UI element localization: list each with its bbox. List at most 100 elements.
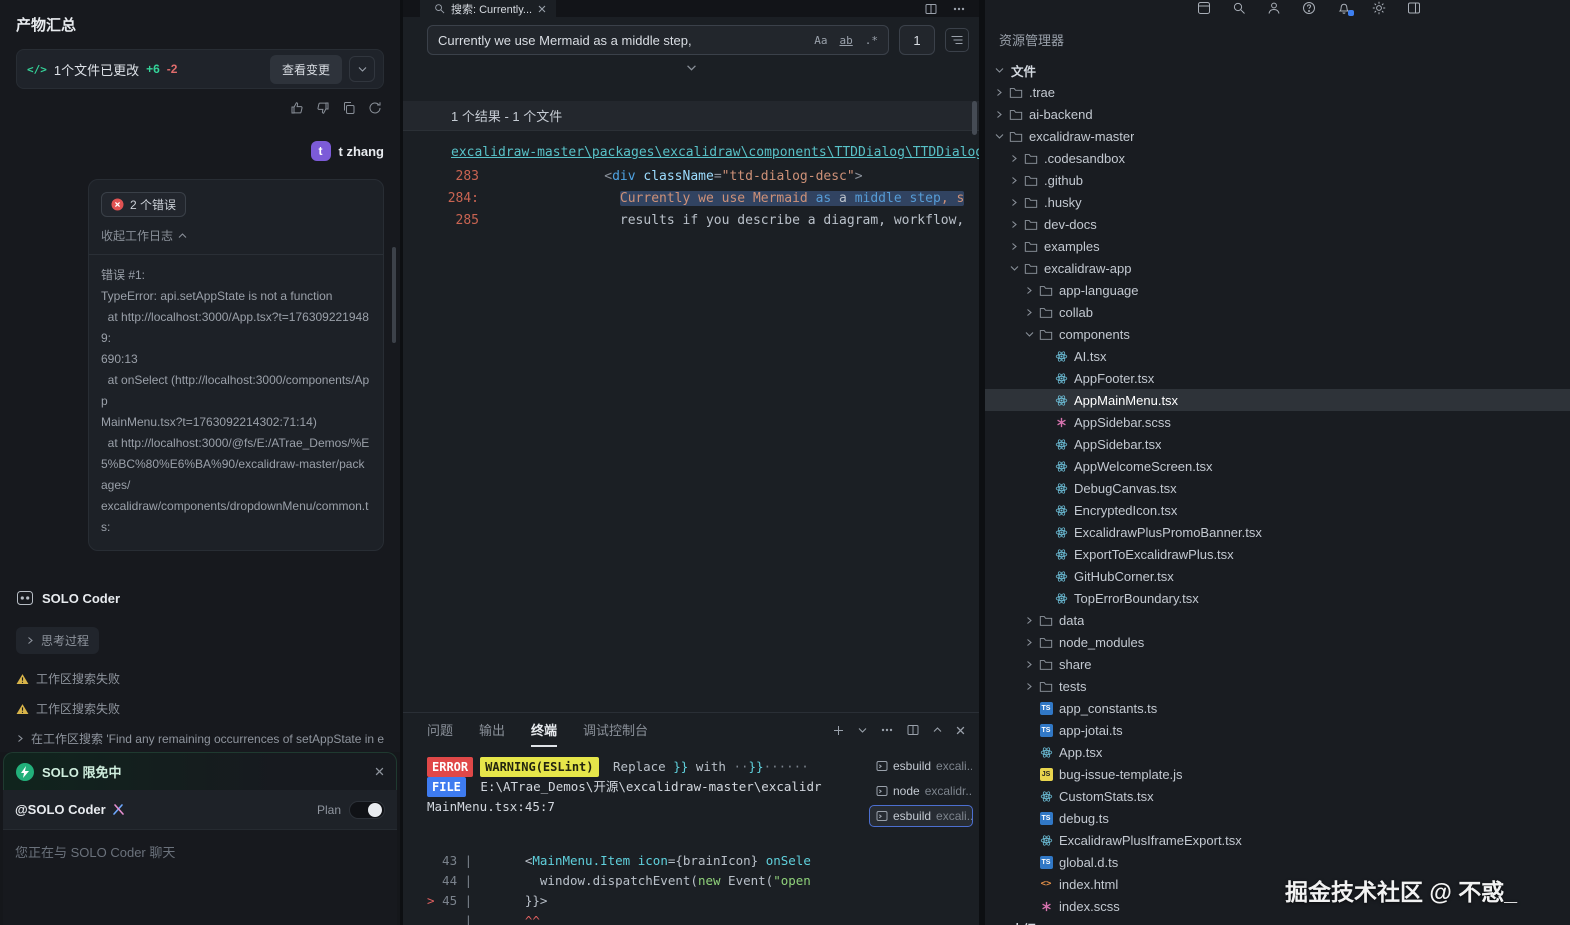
tree-file[interactable]: AppFooter.tsx xyxy=(985,367,1570,389)
close-tab-icon[interactable] xyxy=(538,5,546,13)
more-actions-icon[interactable] xyxy=(953,7,965,11)
section-files[interactable]: 文件 xyxy=(985,59,1570,81)
tree-file[interactable]: AppWelcomeScreen.tsx xyxy=(985,455,1570,477)
tree-folder[interactable]: ai-backend xyxy=(985,103,1570,125)
terminal-dropdown-icon[interactable] xyxy=(858,726,867,734)
new-terminal-icon[interactable] xyxy=(833,725,844,736)
terminal-task-item[interactable]: node excalidr... xyxy=(869,780,973,802)
close-promo-icon[interactable] xyxy=(375,767,384,776)
tree-folder[interactable]: examples xyxy=(985,235,1570,257)
account-icon[interactable] xyxy=(1266,1,1282,16)
search-input[interactable]: Currently we use Mermaid as a middle ste… xyxy=(427,25,889,55)
error-circle-icon xyxy=(111,198,124,211)
whole-word-button[interactable]: ab xyxy=(836,32,857,49)
tree-item-label: AppFooter.tsx xyxy=(1074,370,1155,386)
error-log-line: TypeError: api.setAppState is not a func… xyxy=(101,289,333,303)
search-icon[interactable] xyxy=(1231,1,1247,16)
tab-search-editor[interactable]: 搜索: Currently... xyxy=(420,0,557,17)
tree-file[interactable]: TS app-jotai.ts xyxy=(985,719,1570,741)
tree-file[interactable]: CustomStats.tsx xyxy=(985,785,1570,807)
result-code-line[interactable]: 285 results if you describe a diagram, w… xyxy=(403,210,979,232)
tree-folder[interactable]: .github xyxy=(985,169,1570,191)
section-outline[interactable]: 大纲 xyxy=(985,917,1570,925)
scrollbar[interactable] xyxy=(392,247,396,343)
regenerate-icon[interactable] xyxy=(368,101,382,115)
tree-folder[interactable]: dev-docs xyxy=(985,213,1570,235)
result-code-line[interactable]: 284: Currently we use Mermaid as a middl… xyxy=(403,188,979,210)
tree-folder[interactable]: tests xyxy=(985,675,1570,697)
terminal-task-item[interactable]: esbuild excali... xyxy=(869,755,973,777)
tree-file[interactable]: TS debug.ts xyxy=(985,807,1570,829)
search-count-input[interactable]: 1 xyxy=(899,25,935,55)
tree-file[interactable]: AppSidebar.scss xyxy=(985,411,1570,433)
workspace-search-step[interactable]: 在工作区搜索 'Find any remaining occurrences o… xyxy=(16,730,384,747)
view-changes-button[interactable]: 查看变更 xyxy=(269,54,342,84)
react-file-icon xyxy=(1052,372,1070,385)
agent-chip[interactable]: @SOLO Coder xyxy=(15,802,125,817)
chat-input[interactable]: 您正在与 SOLO Coder 聊天 xyxy=(3,830,397,925)
match-case-button[interactable]: Aa xyxy=(810,32,831,49)
notification-badge xyxy=(1348,10,1354,16)
tree-folder[interactable]: components xyxy=(985,323,1570,345)
tree-folder[interactable]: .husky xyxy=(985,191,1570,213)
tree-folder[interactable]: app-language xyxy=(985,279,1570,301)
panel-tab[interactable]: 输出 xyxy=(479,713,505,747)
tree-file[interactable]: DebugCanvas.tsx xyxy=(985,477,1570,499)
tree-folder[interactable]: collab xyxy=(985,301,1570,323)
plan-toggle[interactable] xyxy=(349,800,385,819)
scrollbar[interactable] xyxy=(972,101,977,135)
split-terminal-icon[interactable] xyxy=(907,724,919,736)
composer: SOLO 限免中 @SOLO Coder Plan 您正在与 SOLO Code… xyxy=(0,752,400,925)
thumbs-down-icon[interactable] xyxy=(316,101,330,115)
split-editor-icon[interactable] xyxy=(925,3,937,15)
tree-folder[interactable]: excalidraw-app xyxy=(985,257,1570,279)
regex-button[interactable]: .* xyxy=(861,32,882,49)
tree-item-label: tests xyxy=(1059,678,1087,694)
notifications-icon[interactable] xyxy=(1336,1,1354,16)
thinking-process-toggle[interactable]: 思考过程 xyxy=(16,627,100,654)
tree-folder[interactable]: excalidraw-master xyxy=(985,125,1570,147)
tree-folder[interactable]: .codesandbox xyxy=(985,147,1570,169)
layout-panel-icon[interactable] xyxy=(1406,1,1422,16)
terminal-output[interactable]: ERROR WARNING(ESLint) Replace }} with ··… xyxy=(403,747,869,925)
settings-icon[interactable] xyxy=(1371,1,1387,16)
window-icon[interactable] xyxy=(1196,1,1212,16)
tree-file[interactable]: GitHubCorner.tsx xyxy=(985,565,1570,587)
panel-tab[interactable]: 调试控制台 xyxy=(583,713,648,747)
thumbs-up-icon[interactable] xyxy=(290,101,304,115)
panel-tab[interactable]: 终端 xyxy=(531,713,558,747)
tree-file[interactable]: AI.tsx xyxy=(985,345,1570,367)
tree-file[interactable]: AppMainMenu.tsx xyxy=(985,389,1570,411)
result-file-link[interactable]: excalidraw-master\packages\excalidraw\co… xyxy=(451,145,979,160)
tree-folder[interactable]: node_modules xyxy=(985,631,1570,653)
collapse-worklog-toggle[interactable]: 收起工作日志 xyxy=(101,227,371,244)
tree-file[interactable]: EncryptedIcon.tsx xyxy=(985,499,1570,521)
copy-icon[interactable] xyxy=(342,101,356,115)
chevron-right-icon xyxy=(991,110,1007,119)
collapse-search-header-icon[interactable] xyxy=(403,63,979,79)
maximize-panel-icon[interactable] xyxy=(933,726,942,734)
chat-scroll-area[interactable]: 产物汇总 </> 1个文件已更改 +6 -2 查看变更 t t zhang 2 … xyxy=(0,0,400,752)
collapse-card-button[interactable] xyxy=(349,56,375,82)
more-actions-icon[interactable] xyxy=(881,728,893,732)
help-icon[interactable] xyxy=(1301,1,1317,16)
tree-folder[interactable]: share xyxy=(985,653,1570,675)
tree-file[interactable]: ExcalidrawPlusPromoBanner.tsx xyxy=(985,521,1570,543)
tree-file[interactable]: ExcalidrawPlusIframeExport.tsx xyxy=(985,829,1570,851)
tree-file[interactable]: ExportToExcalidrawPlus.tsx xyxy=(985,543,1570,565)
panel-tab[interactable]: 问题 xyxy=(427,713,453,747)
tree-file[interactable]: TS global.d.ts xyxy=(985,851,1570,873)
close-panel-icon[interactable] xyxy=(956,726,965,735)
tree-file[interactable]: JS bug-issue-template.js xyxy=(985,763,1570,785)
result-code-line[interactable]: 283 <div className="ttd-dialog-desc"> xyxy=(403,166,979,188)
additions-count: +6 xyxy=(146,62,160,76)
error-count-badge[interactable]: 2 个错误 xyxy=(101,192,187,217)
tree-file[interactable]: App.tsx xyxy=(985,741,1570,763)
tree-file[interactable]: TS app_constants.ts xyxy=(985,697,1570,719)
tree-folder[interactable]: .trae xyxy=(985,81,1570,103)
tree-file[interactable]: TopErrorBoundary.tsx xyxy=(985,587,1570,609)
toggle-search-details-button[interactable] xyxy=(945,28,969,52)
tree-folder[interactable]: data xyxy=(985,609,1570,631)
tree-file[interactable]: AppSidebar.tsx xyxy=(985,433,1570,455)
terminal-task-item[interactable]: esbuild excali... xyxy=(869,805,973,827)
